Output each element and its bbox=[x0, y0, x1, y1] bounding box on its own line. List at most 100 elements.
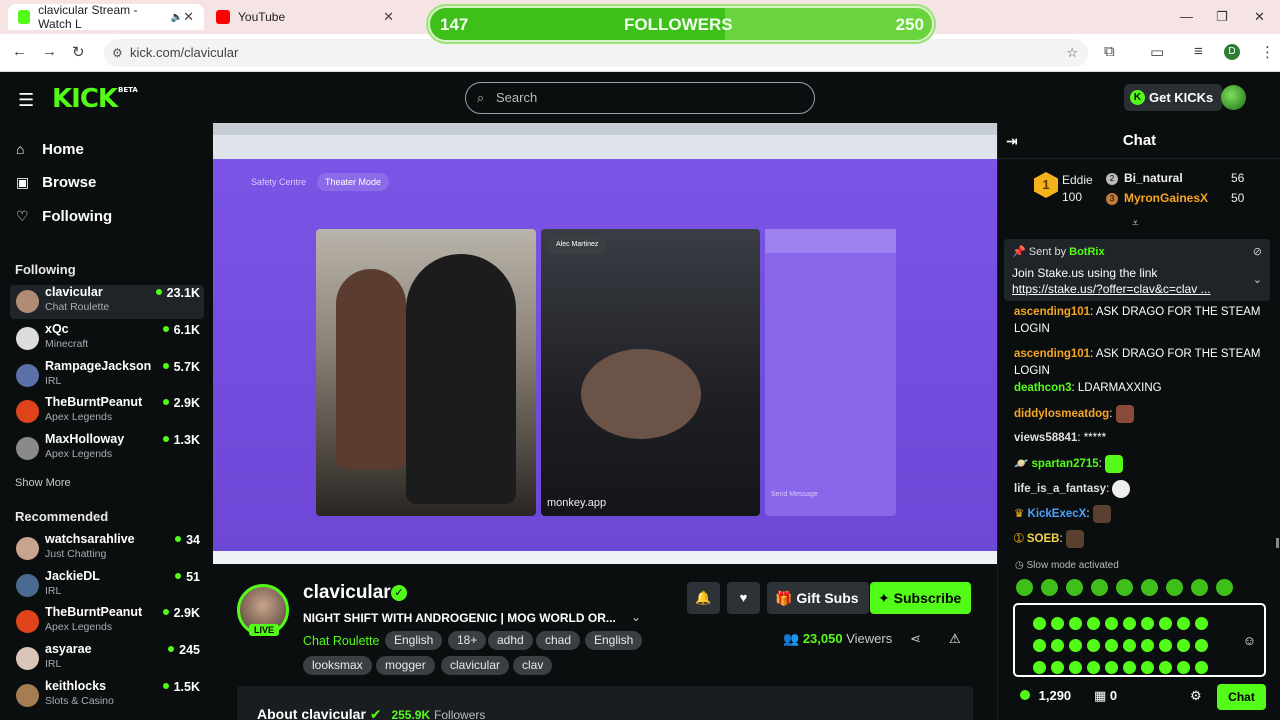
pinned-expand-icon[interactable]: ⩡ bbox=[1132, 216, 1139, 231]
chat-input[interactable]: ☺ bbox=[1013, 603, 1266, 677]
nav-following[interactable]: ♡ Following bbox=[16, 208, 112, 230]
emoji-picker-icon[interactable]: ☺ bbox=[1243, 633, 1256, 648]
leader-name[interactable]: Bi_natural bbox=[1124, 171, 1183, 185]
scrollbar-thumb[interactable] bbox=[1276, 538, 1279, 548]
subscribe-button[interactable]: ✦ Subscribe bbox=[870, 582, 972, 614]
stream-tag[interactable]: adhd bbox=[488, 631, 533, 650]
close-window-icon[interactable]: ✕ bbox=[1254, 9, 1265, 25]
stream-tag[interactable]: English bbox=[385, 631, 443, 650]
notification-bell-button[interactable]: 🔔 bbox=[687, 582, 720, 614]
emote-icon[interactable] bbox=[1041, 579, 1058, 596]
address-bar[interactable]: ⚙ kick.com/clavicular ☆ bbox=[104, 39, 1088, 67]
sidebar: ⌂ Home ▣ Browse ♡ Following Following cl… bbox=[0, 123, 212, 720]
collapse-chat-icon[interactable]: ⇥ bbox=[1006, 123, 1018, 159]
stream-tag[interactable]: chad bbox=[536, 631, 581, 650]
sidebar-channel-asyarae[interactable]: asyarae IRL 245 bbox=[10, 642, 204, 676]
quick-emote-bar[interactable] bbox=[1016, 579, 1266, 601]
sidebar-channel-theburntpeanut-rec[interactable]: TheBurntPeanut Apex Legends 2.9K bbox=[10, 605, 204, 639]
chevron-down-icon[interactable]: ⌄ bbox=[631, 610, 641, 624]
report-warning-icon[interactable]: ⚠ bbox=[949, 631, 961, 647]
stream-tag[interactable]: clavicular bbox=[441, 656, 510, 675]
bookmark-star-icon[interactable]: ☆ bbox=[1066, 39, 1078, 67]
share-icon[interactable]: ⋖ bbox=[910, 631, 921, 647]
profile-avatar[interactable]: D bbox=[1224, 44, 1240, 60]
stream-tag[interactable]: clav bbox=[513, 656, 553, 675]
user-avatar[interactable] bbox=[1221, 85, 1246, 110]
chat-username[interactable]: ascending101 bbox=[1014, 348, 1090, 360]
cast-icon[interactable]: ▭ bbox=[1150, 43, 1164, 61]
follow-heart-button[interactable]: ♥ bbox=[727, 582, 760, 614]
emote-icon[interactable] bbox=[1116, 579, 1133, 596]
search-placeholder: Search bbox=[496, 90, 538, 105]
forward-icon[interactable]: → bbox=[42, 43, 57, 60]
chat-username[interactable]: life_is_a_fantasy bbox=[1014, 483, 1106, 495]
hide-pinned-icon[interactable]: ⊘ bbox=[1253, 245, 1262, 258]
channel-name: asyarae bbox=[45, 642, 92, 656]
sparkle-icon: ✦ bbox=[878, 590, 890, 606]
sidebar-channel-watchsarahlive[interactable]: watchsarahlive Just Chatting 34 bbox=[10, 532, 204, 566]
chat-username[interactable]: SOEB bbox=[1027, 533, 1060, 545]
close-tab-icon[interactable]: ✕ bbox=[183, 9, 194, 25]
sidebar-channel-xqc[interactable]: xQc Minecraft 6.1K bbox=[10, 322, 204, 356]
get-kicks-button[interactable]: K Get KICKs bbox=[1124, 84, 1223, 111]
leader-name[interactable]: Eddie bbox=[1062, 173, 1093, 187]
avatar bbox=[16, 574, 39, 597]
extensions-icon[interactable]: ⧉ bbox=[1104, 43, 1115, 60]
pinned-link[interactable]: https://stake.us/?offer=clav&c=clav ... bbox=[1012, 282, 1252, 296]
emote-icon[interactable] bbox=[1066, 579, 1083, 596]
chat-username[interactable]: KickExecX bbox=[1028, 508, 1087, 520]
sidebar-channel-keithlocks[interactable]: keithlocks Slots & Casino 1.5K bbox=[10, 679, 204, 713]
chat-username[interactable]: views58841 bbox=[1014, 432, 1077, 444]
menu-dots-icon[interactable]: ⋮ bbox=[1260, 43, 1275, 61]
kick-favicon-icon bbox=[18, 10, 31, 24]
hamburger-menu-icon[interactable]: ☰ bbox=[18, 90, 34, 111]
streamer-name[interactable]: clavicular bbox=[303, 582, 391, 604]
leader-name[interactable]: MyronGainesX bbox=[1124, 191, 1208, 205]
emote-icon[interactable] bbox=[1016, 579, 1033, 596]
kick-logo[interactable]: KICK BETA bbox=[52, 84, 138, 114]
video-player[interactable]: Safety Centre Theater Mode Alec Martinez… bbox=[213, 123, 997, 564]
search-input[interactable]: ⌕ Search bbox=[465, 82, 815, 114]
maximize-icon[interactable]: ❐ bbox=[1216, 9, 1228, 25]
sent-by-label: Sent by bbox=[1028, 246, 1067, 258]
sidebar-channel-rampagejackson[interactable]: RampageJackson IRL 5.7K bbox=[10, 359, 204, 393]
emote-icon[interactable] bbox=[1091, 579, 1108, 596]
stream-tag[interactable]: 18+ bbox=[448, 631, 487, 650]
nav-home[interactable]: ⌂ Home bbox=[16, 141, 84, 163]
browser-tab-kick[interactable]: clavicular Stream - Watch L 🔈 ✕ bbox=[8, 3, 204, 31]
channel-category: Apex Legends bbox=[45, 621, 113, 633]
sidebar-channel-clavicular[interactable]: clavicular Chat Roulette 23.1K bbox=[10, 285, 204, 319]
sidebar-channel-jackiedl[interactable]: JackieDL IRL 51 bbox=[10, 569, 204, 603]
reload-icon[interactable]: ↻ bbox=[72, 43, 85, 61]
chat-username[interactable]: deathcon3 bbox=[1014, 382, 1072, 394]
sidebar-channel-maxholloway[interactable]: MaxHolloway Apex Legends 1.3K bbox=[10, 432, 204, 466]
send-chat-button[interactable]: Chat bbox=[1217, 684, 1266, 710]
chat-username[interactable]: ascending101 bbox=[1014, 306, 1090, 318]
gift-subs-button[interactable]: 🎁 Gift Subs bbox=[767, 582, 869, 614]
back-icon[interactable]: ← bbox=[12, 43, 27, 60]
emote-icon[interactable] bbox=[1216, 579, 1233, 596]
sidebar-channel-theburntpeanut[interactable]: TheBurntPeanut Apex Legends 2.9K bbox=[10, 395, 204, 429]
kicks-balance[interactable]: 1,290 bbox=[1020, 688, 1071, 703]
media-controls-icon[interactable]: ≡ bbox=[1194, 43, 1203, 60]
nav-browse[interactable]: ▣ Browse bbox=[16, 174, 96, 196]
pinned-message[interactable]: 📌 Sent by BotRix ⊘ Join Stake.us using t… bbox=[1004, 239, 1270, 301]
minimize-icon[interactable]: — bbox=[1180, 9, 1193, 24]
close-tab-icon[interactable]: ✕ bbox=[383, 9, 394, 25]
stream-tag[interactable]: mogger bbox=[376, 656, 435, 675]
stream-tag[interactable]: looksmax bbox=[303, 656, 372, 675]
chat-username[interactable]: spartan2715 bbox=[1032, 458, 1099, 470]
channel-points[interactable]: ▦ 0 bbox=[1094, 688, 1117, 704]
chat-settings-icon[interactable]: ⚙ bbox=[1190, 688, 1202, 704]
browser-tab-youtube[interactable]: YouTube ✕ bbox=[206, 4, 404, 30]
emote-icon[interactable] bbox=[1191, 579, 1208, 596]
stream-tag[interactable]: English bbox=[585, 631, 643, 650]
show-more-link[interactable]: Show More bbox=[15, 477, 71, 489]
site-info-icon[interactable]: ⚙ bbox=[112, 39, 123, 67]
emote-icon[interactable] bbox=[1141, 579, 1158, 596]
chevron-down-icon[interactable]: ⌄ bbox=[1253, 273, 1262, 286]
emote-icon[interactable] bbox=[1166, 579, 1183, 596]
chat-username[interactable]: diddylosmeatdog bbox=[1014, 408, 1109, 420]
stream-category-link[interactable]: Chat Roulette bbox=[303, 634, 379, 648]
speaker-icon[interactable]: 🔈 bbox=[171, 12, 183, 23]
